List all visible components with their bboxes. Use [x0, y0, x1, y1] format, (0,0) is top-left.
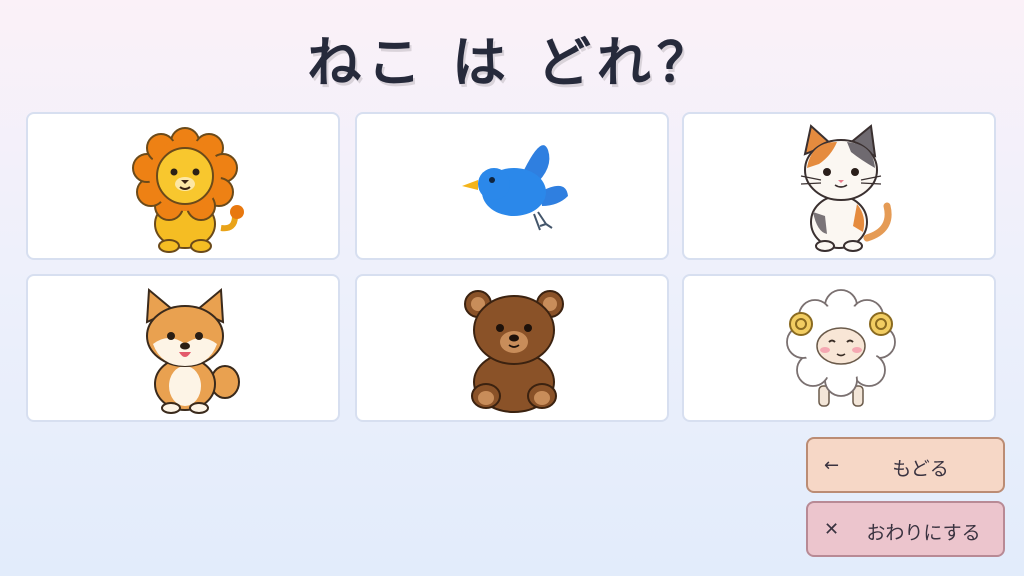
- choice-card-bird[interactable]: [355, 112, 669, 260]
- choice-card-sheep[interactable]: [682, 274, 996, 422]
- cat-icon: [800, 124, 892, 252]
- choice-card-dog[interactable]: [26, 274, 340, 422]
- back-button-label: もどる: [892, 458, 949, 480]
- bird-icon: [462, 145, 568, 231]
- back-button[interactable]: ← もどる: [806, 437, 1005, 493]
- question-title: ねこ は どれ？: [307, 31, 717, 94]
- quit-button[interactable]: ✕ おわりにする: [806, 501, 1005, 557]
- lion-icon: [132, 127, 244, 253]
- shiba-dog-icon: [145, 287, 240, 414]
- bear-icon: [464, 290, 564, 413]
- quit-button-label: おわりにする: [866, 522, 981, 544]
- sheep-icon: [786, 289, 896, 407]
- choice-card-cat[interactable]: [682, 112, 996, 260]
- choice-card-bear[interactable]: [355, 274, 669, 422]
- answer-grid: [26, 112, 998, 424]
- choice-card-lion[interactable]: [26, 112, 340, 260]
